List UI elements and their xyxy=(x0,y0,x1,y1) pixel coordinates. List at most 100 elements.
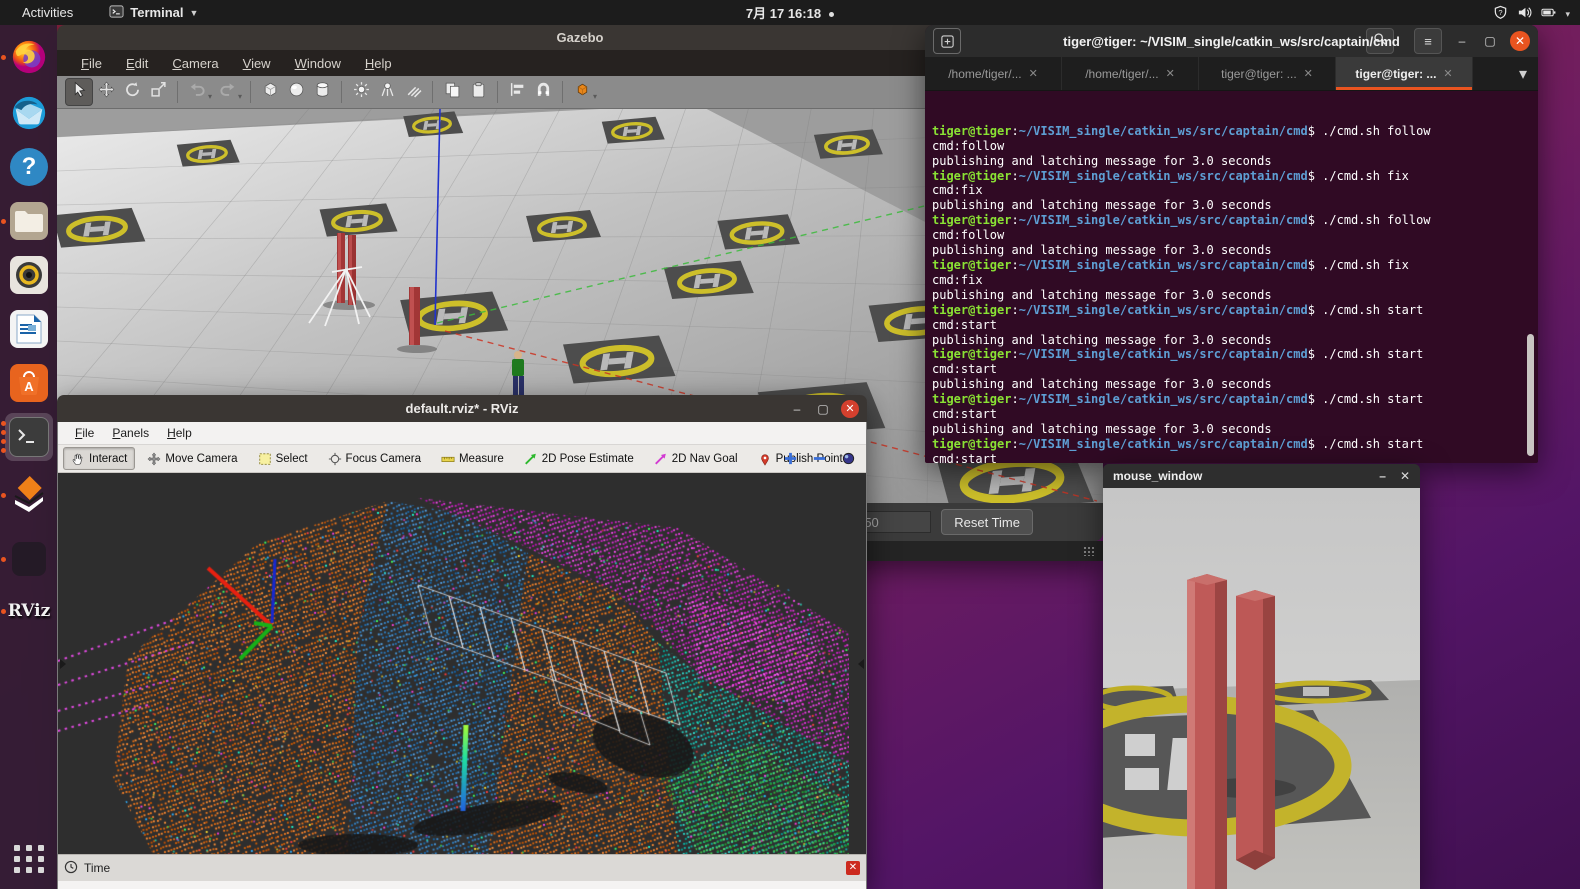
terminal-prompt-line: tiger@tiger:~/VISIM_single/catkin_ws/src… xyxy=(932,347,1538,362)
terminal-prompt-line: tiger@tiger:~/VISIM_single/catkin_ws/src… xyxy=(932,169,1538,184)
time-panel-header[interactable]: Time ✕ xyxy=(58,854,866,881)
dock-item-unknown-app[interactable] xyxy=(5,535,53,583)
tool-plus-button[interactable] xyxy=(783,451,798,466)
rviz-menu-panels[interactable]: Panels xyxy=(103,426,158,440)
move-camera-tool[interactable]: Move Camera xyxy=(139,447,245,470)
toolbar-separator xyxy=(341,81,342,103)
dock-item-files[interactable] xyxy=(5,197,53,245)
terminal-scrollbar[interactable] xyxy=(1527,334,1534,456)
paste-button[interactable] xyxy=(465,79,491,105)
chevron-down-icon[interactable]: ▾ xyxy=(208,92,212,101)
rviz-menu-file[interactable]: File xyxy=(66,426,103,440)
translate-button[interactable] xyxy=(93,79,119,105)
terminal-tab-1[interactable]: /home/tiger/...✕ xyxy=(925,57,1062,90)
terminal-icon xyxy=(9,417,49,457)
chevron-down-icon[interactable]: ▾ xyxy=(593,92,597,101)
box-button[interactable] xyxy=(257,79,283,105)
tab-list-button[interactable]: ▾ xyxy=(1508,57,1538,90)
rviz-menu-help[interactable]: Help xyxy=(158,426,201,440)
minimize-button[interactable]: – xyxy=(1454,33,1470,49)
2d-nav-goal-tool[interactable]: 2D Nav Goal xyxy=(646,447,746,470)
rviz-3d-viewport[interactable] xyxy=(58,473,866,854)
dock-item-ubuntu-software[interactable]: A xyxy=(5,359,53,407)
select-arrow-button[interactable] xyxy=(65,78,93,106)
maximize-button[interactable]: ▢ xyxy=(1482,33,1498,49)
view-cube-button[interactable] xyxy=(569,79,595,105)
panel-collapse-handle-left[interactable] xyxy=(60,659,66,669)
dock-item-libreoffice-writer[interactable] xyxy=(5,305,53,353)
dock-item-rhythmbox[interactable] xyxy=(5,251,53,299)
mouse-window-title: mouse_window xyxy=(1113,469,1202,483)
terminal-app-icon xyxy=(109,4,124,22)
maximize-button[interactable]: ▢ xyxy=(815,401,831,417)
mouse-window-scene xyxy=(1103,488,1420,889)
dock-item-rviz[interactable]: RViz xyxy=(5,587,53,635)
scale-button[interactable] xyxy=(145,79,171,105)
tool-properties-button[interactable] xyxy=(841,451,856,466)
undo-button[interactable] xyxy=(184,79,210,105)
align-button[interactable] xyxy=(504,79,530,105)
redo-button[interactable] xyxy=(214,79,240,105)
interact-tool[interactable]: Interact xyxy=(63,447,135,470)
app-grid-icon xyxy=(14,845,45,873)
mouse-window-viewport[interactable] xyxy=(1103,488,1420,889)
spot-light-button[interactable] xyxy=(374,79,400,105)
mouse-window-titlebar[interactable]: mouse_window – ✕ xyxy=(1103,464,1420,488)
minimize-button[interactable]: – xyxy=(1379,469,1386,483)
terminal-output-line: publishing and latching message for 3.0 … xyxy=(932,377,1538,392)
gazebo-menu-window[interactable]: Window xyxy=(285,56,351,71)
dock-item-terminal[interactable] xyxy=(5,413,53,461)
dock-item-thunderbird[interactable] xyxy=(5,89,53,137)
sphere-icon xyxy=(288,81,305,103)
sphere-button[interactable] xyxy=(283,79,309,105)
close-button[interactable]: ✕ xyxy=(1400,469,1410,483)
panel-collapse-handle-right[interactable] xyxy=(858,659,864,669)
terminal-titlebar[interactable]: tiger@tiger: ~/VISIM_single/catkin_ws/sr… xyxy=(925,25,1538,57)
close-button[interactable]: ✕ xyxy=(841,400,859,418)
measure-tool[interactable]: Measure xyxy=(433,447,512,470)
tab-close-icon[interactable]: ✕ xyxy=(1029,67,1038,80)
gazebo-menu-view[interactable]: View xyxy=(233,56,281,71)
tool-minus-button[interactable] xyxy=(812,451,827,466)
tab-close-icon[interactable]: ✕ xyxy=(1166,67,1175,80)
activities-button[interactable]: Activities xyxy=(14,5,81,20)
tool-label: 2D Pose Estimate xyxy=(542,453,634,465)
focus-camera-tool[interactable]: Focus Camera xyxy=(320,447,429,470)
resize-grip-icon[interactable] xyxy=(1083,546,1095,556)
tab-close-icon[interactable]: ✕ xyxy=(1443,67,1452,80)
menu-button[interactable]: ≡ xyxy=(1414,28,1442,54)
2d-pose-estimate-tool[interactable]: 2D Pose Estimate xyxy=(516,447,642,470)
cylinder-button[interactable] xyxy=(309,79,335,105)
chevron-down-icon[interactable]: ▾ xyxy=(238,92,242,101)
dock-item-app-grid[interactable] xyxy=(5,835,53,883)
minimize-button[interactable]: – xyxy=(789,401,805,417)
dock-item-firefox[interactable] xyxy=(5,33,53,81)
rviz-titlebar[interactable]: default.rviz* - RViz – ▢ ✕ xyxy=(57,395,867,422)
tab-close-icon[interactable]: ✕ xyxy=(1304,67,1313,80)
pointcloud-canvas[interactable] xyxy=(58,473,849,854)
gazebo-menu-edit[interactable]: Edit xyxy=(116,56,158,71)
system-status-area[interactable]: ?▾ xyxy=(1493,0,1570,25)
clock[interactable]: 7月 17 16:18 xyxy=(0,3,1580,22)
terminal-output[interactable]: tiger@tiger:~/VISIM_single/catkin_ws/src… xyxy=(925,91,1538,467)
snap-button[interactable] xyxy=(530,79,556,105)
gazebo-menu-file[interactable]: File xyxy=(71,56,112,71)
search-button[interactable] xyxy=(1366,28,1394,54)
directional-light-button[interactable] xyxy=(400,79,426,105)
copy-button[interactable] xyxy=(439,79,465,105)
terminal-tab-3[interactable]: tiger@tiger: ...✕ xyxy=(1199,57,1336,90)
gazebo-menu-help[interactable]: Help xyxy=(355,56,402,71)
time-panel-close-button[interactable]: ✕ xyxy=(846,861,860,875)
point-light-button[interactable] xyxy=(348,79,374,105)
reset-time-button[interactable]: Reset Time xyxy=(941,509,1033,535)
app-menu[interactable]: Terminal ▼ xyxy=(109,4,198,22)
new-tab-button[interactable] xyxy=(933,28,961,54)
dock-item-gazebo[interactable] xyxy=(5,471,53,519)
select-tool[interactable]: Select xyxy=(250,447,316,470)
terminal-tab-2[interactable]: /home/tiger/...✕ xyxy=(1062,57,1199,90)
gazebo-menu-camera[interactable]: Camera xyxy=(162,56,228,71)
rotate-button[interactable] xyxy=(119,79,145,105)
close-button[interactable]: ✕ xyxy=(1510,31,1530,51)
terminal-tab-4[interactable]: tiger@tiger: ...✕ xyxy=(1336,57,1473,90)
dock-item-help[interactable]: ? xyxy=(5,143,53,191)
